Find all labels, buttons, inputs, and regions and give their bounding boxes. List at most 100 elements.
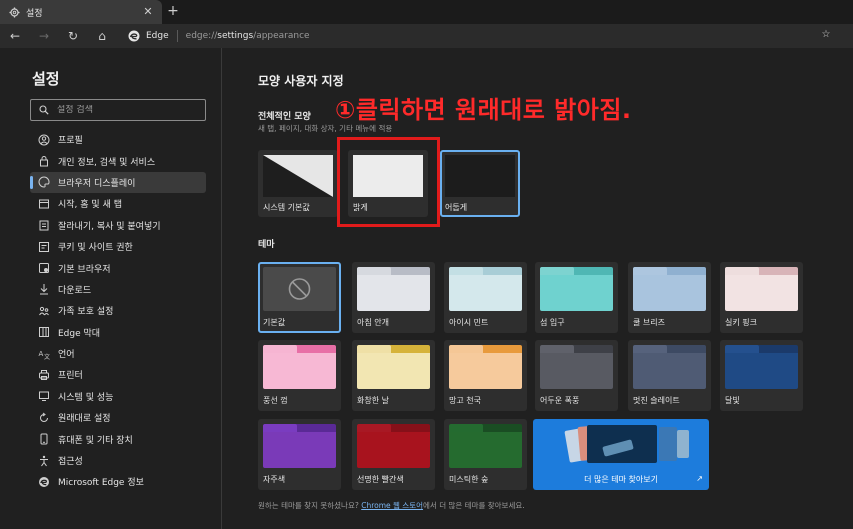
sidebar-title: 설정 <box>32 70 60 88</box>
theme-card[interactable]: 선명한 빨간색 <box>352 419 435 490</box>
theme-preview <box>725 267 798 311</box>
sidebar-item-label: Edge 막대 <box>58 328 101 339</box>
sidebar-item-label: Microsoft Edge 정보 <box>58 478 144 489</box>
theme-label: 어두운 폭풍 <box>540 396 580 405</box>
sidebar-item[interactable]: Microsoft Edge 정보 <box>30 471 206 492</box>
blocked-icon <box>288 278 311 300</box>
sidebar-item[interactable]: 원래대로 설정 <box>30 407 206 428</box>
reset-icon <box>38 412 50 424</box>
sidebar-item[interactable]: Edge 막대 <box>30 322 206 343</box>
theme-preview <box>540 345 613 389</box>
theme-card[interactable]: 실키 핑크 <box>720 262 803 333</box>
family-icon <box>38 305 50 317</box>
theme-label: 아침 안개 <box>357 318 389 327</box>
address-bar[interactable]: Edge edge://settings/appearance <box>120 27 836 45</box>
sidebar-item-label: 휴대폰 및 기타 장치 <box>58 435 133 446</box>
tab-title: 설정 <box>26 8 43 19</box>
search-input[interactable] <box>57 105 197 115</box>
palette-icon <box>38 176 50 188</box>
profile-icon <box>38 134 50 146</box>
forward-button[interactable]: → <box>36 28 52 44</box>
theme-card[interactable]: 아침 안개 <box>352 262 435 333</box>
sidebar-item-label: 시스템 및 성능 <box>58 392 114 403</box>
theme-card[interactable]: 자주색 <box>258 419 341 490</box>
highlight-box <box>337 137 440 227</box>
sidebar-item[interactable]: 브라우저 디스플레이 <box>30 171 206 194</box>
new-tab-button[interactable]: + <box>166 4 180 18</box>
main-content: 모양 사용자 지정 전체적인 모양 새 탭, 페이지, 대화 상자, 기타 메뉴… <box>223 48 853 529</box>
theme-card[interactable]: 어두운 폭풍 <box>535 340 618 411</box>
sidebar-item[interactable]: A 文 언어 <box>30 343 206 364</box>
sidebar-item-label: 쿠키 및 사이트 권한 <box>58 243 133 254</box>
lock-icon <box>38 155 50 167</box>
refresh-button[interactable]: ↻ <box>65 28 81 44</box>
sidebar-item[interactable]: 프린터 <box>30 364 206 385</box>
sidebar-item-label: 프린터 <box>58 371 83 382</box>
theme-card[interactable]: 기본값 <box>258 262 341 333</box>
language-icon: A文 <box>38 348 51 360</box>
settings-search[interactable] <box>30 99 206 121</box>
sidebar-item[interactable]: 쿠키 및 사이트 권한 <box>30 236 206 257</box>
theme-label: 섬 입구 <box>540 318 565 327</box>
theme-card[interactable]: 달빛 <box>720 340 803 411</box>
theme-preview <box>357 267 430 311</box>
sidebar-item-label: 접근성 <box>58 457 83 468</box>
theme-thumb <box>677 430 689 458</box>
search-icon <box>39 105 49 115</box>
sidebar-item[interactable]: 휴대폰 및 기타 장치 <box>30 428 206 449</box>
mode-system-default[interactable]: 시스템 기본값 <box>258 150 338 217</box>
theme-card[interactable]: 쿨 브리즈 <box>628 262 711 333</box>
navigation-bar: ← → ↻ ⌂ Edge edge://settings/appearance … <box>0 24 853 48</box>
download-icon <box>38 283 50 295</box>
theme-card[interactable]: 아이시 민트 <box>444 262 527 333</box>
sidebar-item[interactable]: 잘라내기, 복사 및 붙여넣기 <box>30 215 206 236</box>
theme-preview <box>449 424 522 468</box>
sidebar-item[interactable]: 시스템 및 성능 <box>30 386 206 407</box>
theme-card[interactable]: 멋진 슬레이트 <box>628 340 711 411</box>
sidebar-item[interactable]: 기본 브라우저 <box>30 257 206 278</box>
more-themes-card[interactable]: 더 많은 테마 찾아보기 ↗ <box>533 419 709 490</box>
theme-label: 풍선 껌 <box>263 396 288 405</box>
chrome-web-store-link[interactable]: Chrome 웹 스토어 <box>361 501 423 510</box>
sidebar-item-label: 개인 정보, 검색 및 서비스 <box>58 157 156 168</box>
start-icon <box>38 198 50 210</box>
mode-dark[interactable]: 어둡게 <box>440 150 520 217</box>
theme-card[interactable]: 풍선 껌 <box>258 340 341 411</box>
sidebar-item[interactable]: 다운로드 <box>30 279 206 300</box>
favorites-star-icon[interactable]: ☆ <box>819 28 833 42</box>
theme-preview <box>633 345 706 389</box>
sidebar-item[interactable]: 가족 보호 설정 <box>30 300 206 321</box>
theme-card[interactable]: 섬 입구 <box>535 262 618 333</box>
theme-preview <box>357 345 430 389</box>
sidebar-item[interactable]: 프로필 <box>30 129 206 150</box>
theme-label: 달빛 <box>725 396 740 405</box>
tab-settings[interactable]: 설정 ✕ <box>0 0 162 24</box>
close-tab-icon[interactable]: ✕ <box>142 6 154 18</box>
theme-preview <box>263 345 336 389</box>
home-button[interactable]: ⌂ <box>94 28 110 44</box>
theme-preview <box>357 424 430 468</box>
system-default-preview <box>263 155 333 197</box>
sidebar-item[interactable]: 개인 정보, 검색 및 서비스 <box>30 150 206 171</box>
sidebar-item[interactable]: 접근성 <box>30 450 206 471</box>
edge-logo-icon <box>38 476 50 488</box>
theme-card[interactable]: 미스틱한 숲 <box>444 419 527 490</box>
theme-card[interactable]: 화창한 날 <box>352 340 435 411</box>
theme-label: 미스틱한 숲 <box>449 475 489 484</box>
external-link-icon: ↗ <box>696 474 703 483</box>
sidebar-item[interactable]: 시작, 홈 및 새 탭 <box>30 193 206 214</box>
svg-text:A: A <box>39 350 44 358</box>
edge-logo-icon <box>128 30 140 42</box>
theme-label: 자주색 <box>263 475 286 484</box>
site-label: Edge <box>146 31 169 41</box>
theme-title: 테마 <box>258 240 275 250</box>
theme-label: 기본값 <box>263 318 286 327</box>
theme-card[interactable]: 망고 천국 <box>444 340 527 411</box>
site-permissions-icon <box>38 241 50 253</box>
theme-label: 아이시 민트 <box>449 318 489 327</box>
back-button[interactable]: ← <box>7 28 23 44</box>
more-themes-label: 더 많은 테마 찾아보기 <box>584 475 658 484</box>
phone-icon <box>38 433 50 445</box>
theme-preview <box>449 267 522 311</box>
sidebar-menu: 프로필개인 정보, 검색 및 서비스브라우저 디스플레이 시작, 홈 및 새 탭잘… <box>30 129 206 493</box>
